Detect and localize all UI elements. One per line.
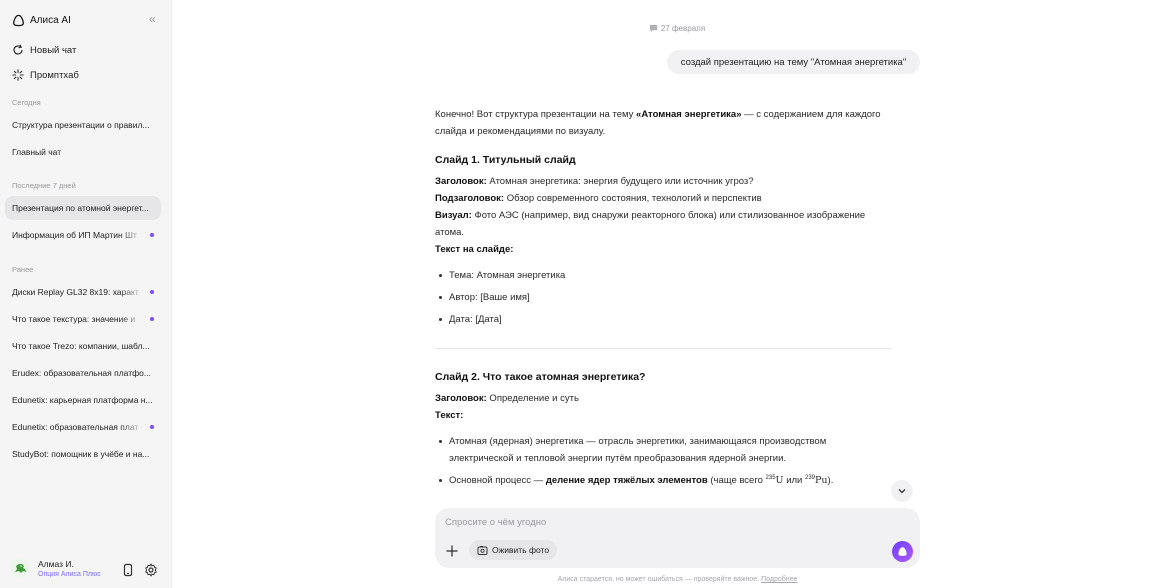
chat-item[interactable]: Информация об ИП Мартин Шт [5,223,161,247]
chat-item[interactable]: StudyBot: помощник в учёбе и на... [5,442,161,466]
refresh-icon [13,44,23,55]
slide1-text-label: Текст на слайде: [435,244,514,255]
avatar [10,558,30,578]
user-name: Алмаз И. [38,558,74,569]
prompthub-button[interactable]: Промптхаб [12,67,79,83]
list-item: Атомная (ядерная) энергетика — отрасль э… [435,433,891,467]
list-item: Дата: [Дата] [435,311,891,328]
list-item: Автор: [Ваше имя] [435,289,891,306]
photo-icon [477,545,488,555]
chevron-down-icon [898,489,906,494]
chat-item[interactable]: Структура презентации о правил... [5,113,161,137]
unread-dot [150,290,154,294]
composer: Оживить фото [435,508,920,568]
slide2-heading: Слайд 2. Что такое атомная энергетика? [435,371,646,383]
new-chat-button[interactable]: Новый чат [12,42,76,58]
date-divider: 27 февраля [0,24,1176,33]
plus-icon[interactable] [445,544,459,558]
chat-item[interactable]: Edunetix: карьерная платформа н... [5,388,161,412]
slide1-heading: Слайд 1. Титульный слайд [435,154,576,166]
user-message-bubble: создай презентацию на тему "Атомная энер… [667,50,920,74]
slide1-subtitle: Подзаголовок: Обзор современного состоян… [435,193,762,204]
new-chat-label: Новый чат [30,44,77,56]
divider [435,348,891,349]
alice-icon [898,547,907,556]
scroll-down-button[interactable] [891,480,913,502]
date-label: 27 февраля [660,24,706,33]
chat-bubble-icon [649,24,657,33]
list-item: Тема: Атомная энергетика [435,267,891,284]
chat-item[interactable]: Диски Replay GL32 8x19: характ [5,280,161,304]
intro-paragraph: Конечно! Вот структура презентации на те… [435,109,881,137]
assistant-message: Конечно! Вот структура презентации на те… [435,106,891,489]
slide2-title: Заголовок: Определение и суть [435,393,579,404]
more-link[interactable]: Подробнее [761,576,797,583]
user-plan[interactable]: Опция Алиса Плюс [38,571,101,578]
list-item: Основной процесс — деление ядер тяжёлых … [435,472,891,489]
message-input[interactable] [445,517,845,528]
unread-dot [150,425,154,429]
section-title-earlier: Ранее [12,265,34,274]
chat-item[interactable]: Что такое текстура: значение и [5,307,161,331]
unread-dot [150,233,154,237]
gear-icon[interactable] [144,563,158,577]
sidebar: Алиса AI « Новый чат Промптхаб Сегодня С… [0,0,172,588]
animate-photo-button[interactable]: Оживить фото [469,540,558,560]
user-profile[interactable]: Алмаз И. Опция Алиса Плюс [10,558,101,578]
chat-item[interactable]: Erudex: образовательная платфо... [5,361,161,385]
phone-icon[interactable] [121,563,135,577]
sparkle-icon [12,69,24,81]
slide2-text-label: Текст: [435,410,464,421]
dinosaur-icon [15,564,26,573]
disclaimer: Алиса старается, но может ошибаться — пр… [557,576,798,583]
chat-item[interactable]: Главный чат [5,140,161,164]
slide1-visual: Визуал: Фото АЭС (например, вид снаружи … [435,210,866,238]
chat-item[interactable]: Edunetix: образовательная плат [5,415,161,439]
voice-button[interactable] [892,541,913,562]
chat-item-active[interactable]: Презентация по атомной энергет... [5,196,161,220]
unread-dot [150,317,154,321]
section-title-today: Сегодня [12,98,41,107]
animate-photo-label: Оживить фото [492,545,550,555]
chat-item[interactable]: Что такое Trezo: компании, шабл... [5,334,161,358]
slide1-title: Заголовок: Атомная энергетика: энергия б… [435,176,754,187]
prompthub-label: Промптхаб [30,69,79,81]
section-title-week: Последние 7 дней [12,181,76,190]
